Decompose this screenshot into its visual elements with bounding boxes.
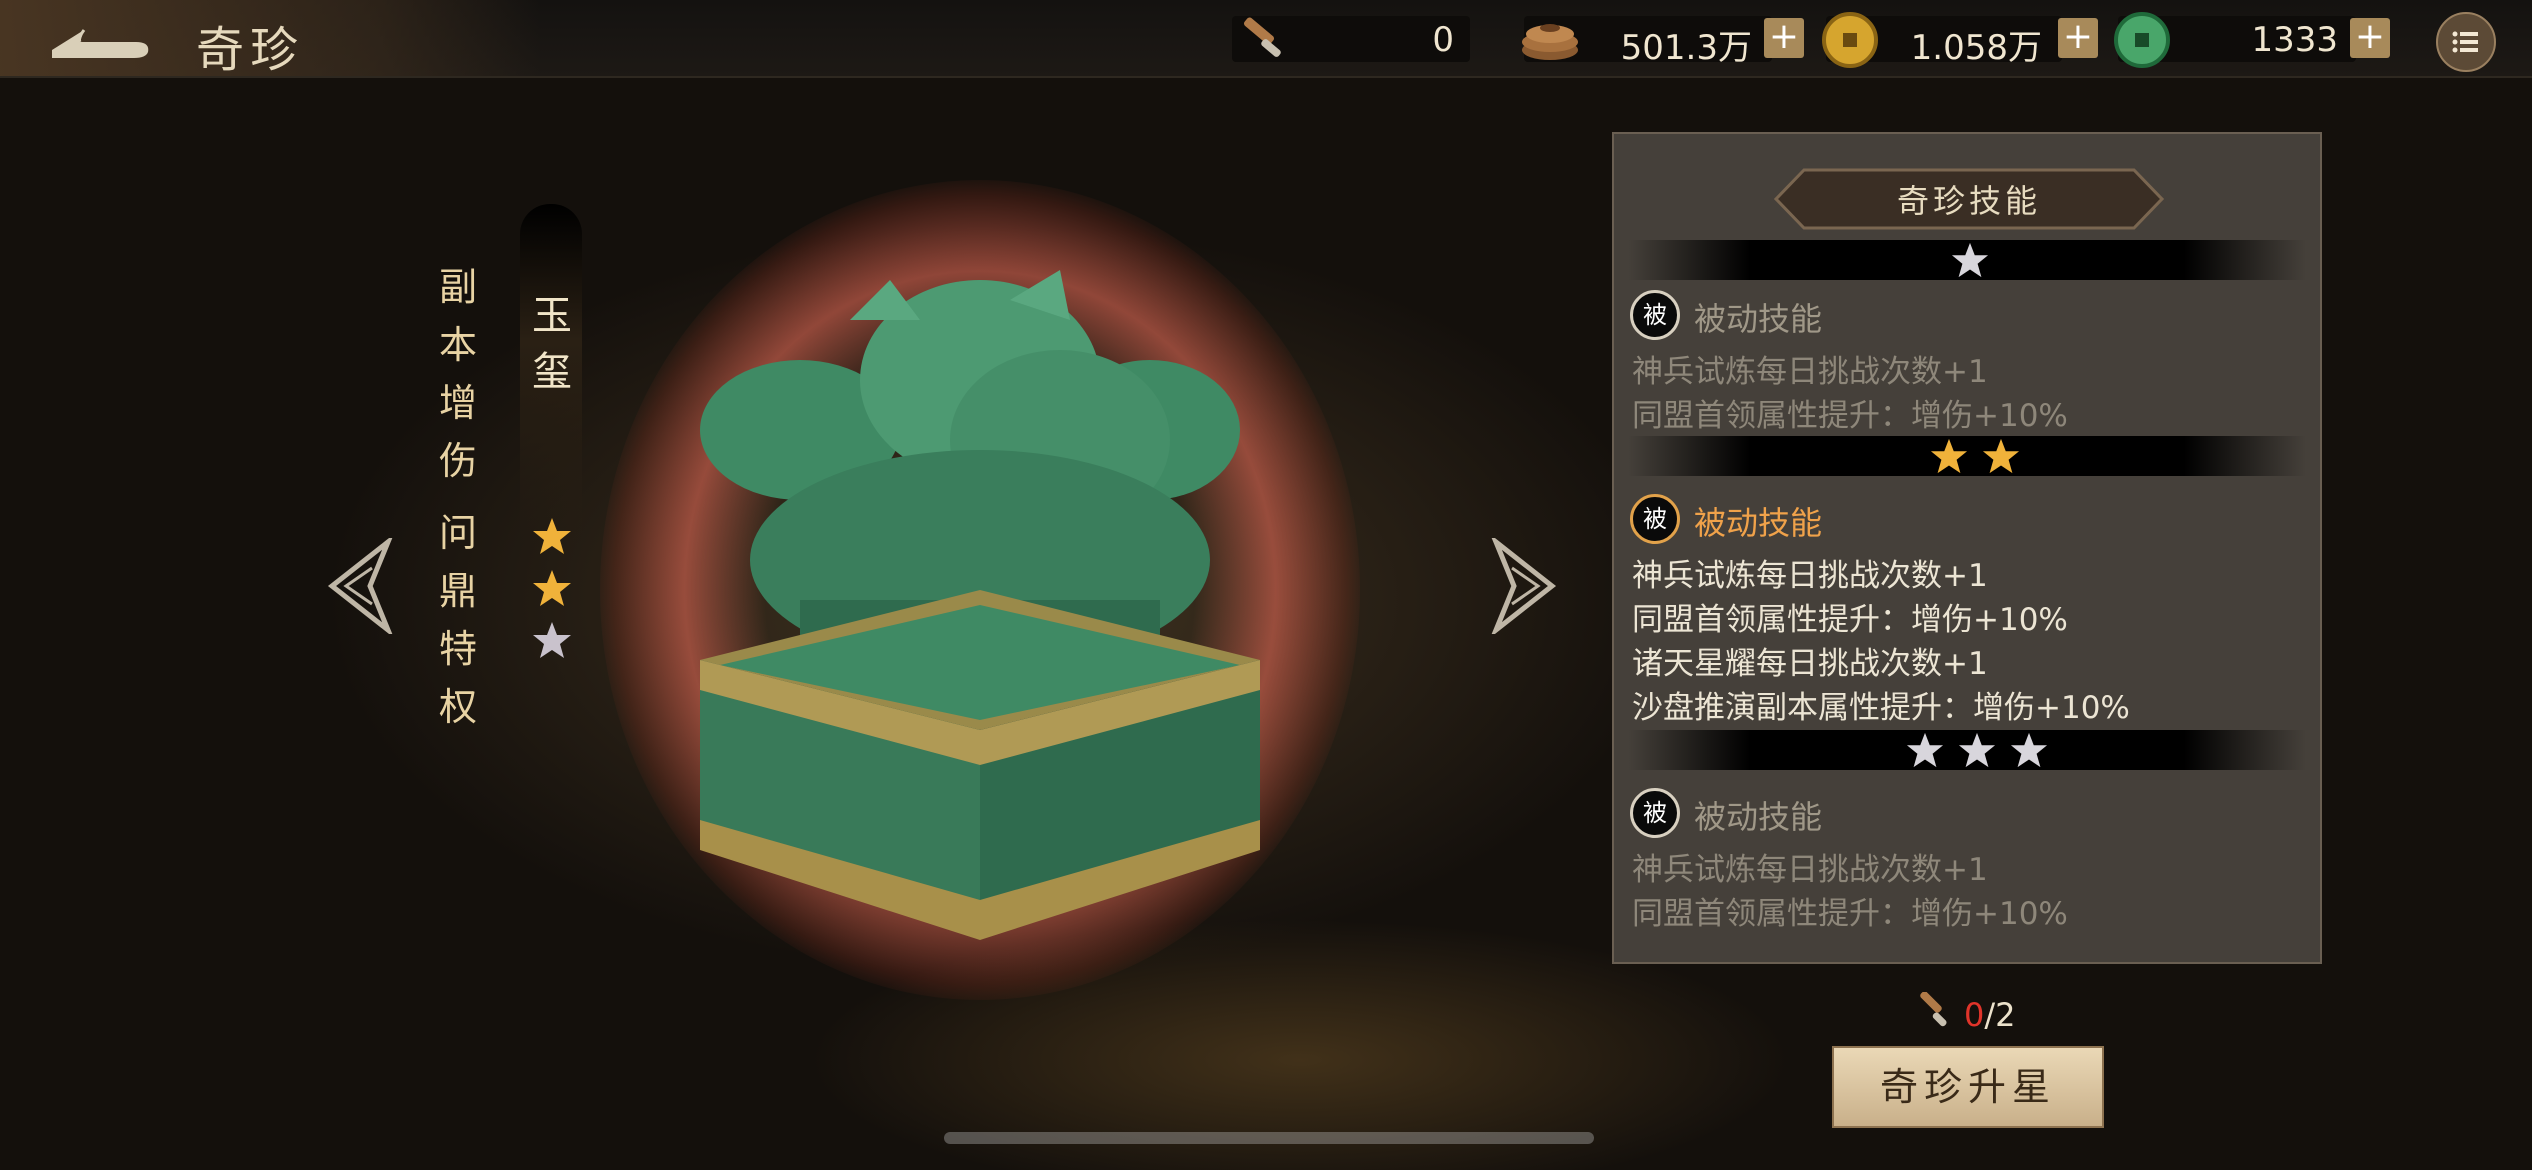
star-empty-icon <box>533 622 571 658</box>
tier-1-star-bar <box>1628 240 2306 280</box>
cost-need: 2 <box>1995 996 2016 1034</box>
prev-treasure-button[interactable] <box>324 534 394 638</box>
resource-jade: 1333 <box>2114 12 2356 68</box>
skill-name: 被动技能 <box>1694 504 1823 542</box>
star-gold-icon <box>1930 438 1968 474</box>
effect-text-col2: 问鼎特权 <box>438 511 477 729</box>
panel-title: 奇珍技能 <box>1896 182 2041 220</box>
token-scroll-icon <box>1243 17 1281 57</box>
jade-coin-icon <box>2114 12 2170 68</box>
list-menu-icon <box>2452 31 2478 53</box>
gold-coin-icon <box>1822 12 1878 68</box>
chevron-left-icon <box>327 534 394 638</box>
star-silver-icon <box>2010 732 2048 768</box>
resource-tokens: 0 <box>1232 16 1470 62</box>
resource-gold: 1.058万 <box>1822 12 2062 68</box>
upgrade-cost: 0/2 <box>1916 992 2016 1034</box>
add-gold-button[interactable]: + <box>2058 18 2098 58</box>
skill-name: 被动技能 <box>1694 798 1823 836</box>
upgrade-star-button[interactable]: 奇珍升星 <box>1832 1046 2104 1128</box>
star-silver-icon <box>1951 242 1989 278</box>
resource-gold-value: 1.058万 <box>1910 28 2042 68</box>
skill-effect-line: 同盟首领属性提升：增伤+10% <box>1632 602 2068 638</box>
star-silver-icon <box>1906 732 1944 768</box>
skill-panel: 奇珍技能 被 被动技能 神兵试炼每日挑战次数+1 同盟首领属性提升：增伤+10%… <box>1612 132 2322 964</box>
panel-header: 奇珍技能 <box>1774 168 2164 230</box>
star-gold-icon <box>1982 438 2020 474</box>
cost-sep: / <box>1984 996 1996 1034</box>
star-silver-icon <box>1958 732 1996 768</box>
star-filled-icon <box>533 518 571 554</box>
back-button[interactable] <box>44 16 154 62</box>
next-treasure-button[interactable] <box>1490 534 1560 638</box>
home-indicator <box>944 1132 1594 1144</box>
treasure-name: 玉玺 <box>532 293 572 395</box>
add-jade-button[interactable]: + <box>2350 18 2390 58</box>
tier-3-star-bar <box>1628 730 2306 770</box>
skill-effect-line: 同盟首领属性提升：增伤+10% <box>1632 398 2068 434</box>
skill-name: 被动技能 <box>1694 300 1823 338</box>
token-scroll-icon <box>1920 992 1947 1027</box>
resource-jade-value: 1333 <box>2251 20 2338 60</box>
skill-badge: 被 <box>1630 290 1680 340</box>
resource-tokens-value: 0 <box>1432 20 1454 60</box>
skill-effect-line: 神兵试炼每日挑战次数+1 <box>1632 852 1988 888</box>
add-copper-button[interactable]: + <box>1764 18 1804 58</box>
skill-effect-line: 神兵试炼每日挑战次数+1 <box>1632 354 1988 390</box>
menu-button[interactable] <box>2436 12 2496 72</box>
skill-effect-line: 同盟首领属性提升：增伤+10% <box>1632 896 2068 932</box>
jade-seal-artifact <box>700 270 1260 940</box>
resource-copper: 501.3万 <box>1522 16 1772 68</box>
skill-badge: 被 <box>1630 788 1680 838</box>
skill-effect-line: 沙盘推演副本属性提升：增伤+10% <box>1632 690 2130 726</box>
skill-effect-line: 诸天星耀每日挑战次数+1 <box>1632 646 1988 682</box>
back-arrow-icon <box>52 29 149 58</box>
chevron-right-icon <box>1490 534 1557 638</box>
skill-badge: 被 <box>1630 494 1680 544</box>
resource-copper-value: 501.3万 <box>1620 28 1752 68</box>
page-title: 奇珍 <box>196 22 305 78</box>
star-filled-icon <box>533 570 571 606</box>
skill-effect-line: 神兵试炼每日挑战次数+1 <box>1632 558 1988 594</box>
cost-have: 0 <box>1964 996 1985 1034</box>
effect-text-col1: 副本增伤 <box>438 265 477 483</box>
copper-coins-icon <box>1522 24 1578 60</box>
tier-2-star-bar <box>1628 436 2306 476</box>
top-bar: 奇珍 0 501.3万 + 1.058万 + 1333 + <box>0 0 2532 78</box>
